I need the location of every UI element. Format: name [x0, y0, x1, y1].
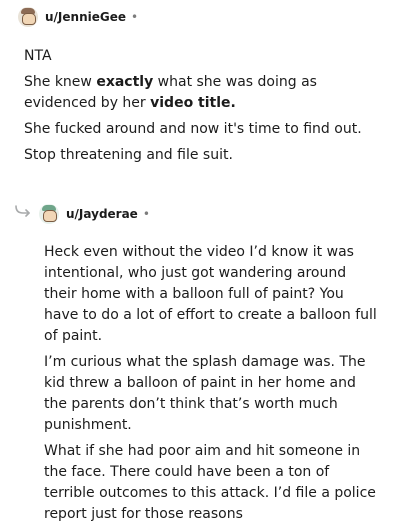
comment-paragraph: Stop threatening and file suit.	[24, 145, 374, 166]
comment-paragraph: She fucked around and now it's time to f…	[24, 119, 374, 140]
comment-header: u/JennieGee •	[18, 5, 400, 29]
separator-dot: •	[142, 207, 150, 221]
bold-text: video title.	[150, 95, 236, 111]
comment-jayderae: u/Jayderae • Heck even without the video…	[0, 202, 400, 522]
text-run: NTA	[24, 48, 52, 64]
text-run: She fucked around and now it's time to f…	[24, 121, 362, 137]
comment-paragraph: What if she had poor aim and hit someone…	[44, 441, 380, 525]
username[interactable]: u/Jayderae	[66, 207, 138, 221]
bold-text: exactly	[96, 74, 154, 90]
text-run: She knew	[24, 74, 97, 90]
comment-paragraph: Heck even without the video I’d know it …	[44, 242, 380, 347]
comment-header: u/Jayderae •	[39, 202, 400, 226]
comment-jenniegee: u/JennieGee • NTA She knew exactly what …	[0, 5, 400, 163]
comment-paragraph: I’m curious what the splash damage was. …	[44, 352, 380, 436]
text-run: Stop threatening and file suit.	[24, 147, 233, 163]
text-run: What if she had poor aim and hit someone…	[44, 443, 376, 522]
text-run: I’m curious what the splash damage was. …	[44, 354, 366, 433]
separator-dot: •	[131, 10, 139, 24]
text-run: Heck even without the video I’d know it …	[44, 244, 377, 344]
avatar[interactable]	[18, 7, 38, 27]
comment-paragraph: NTA	[24, 46, 374, 67]
comment-paragraph: She knew exactly what she was doing as e…	[24, 72, 374, 114]
username[interactable]: u/JennieGee	[45, 10, 126, 24]
comment-body: Heck even without the video I’d know it …	[44, 242, 380, 525]
comment-body: NTA She knew exactly what she was doing …	[24, 46, 374, 166]
avatar[interactable]	[39, 204, 59, 224]
